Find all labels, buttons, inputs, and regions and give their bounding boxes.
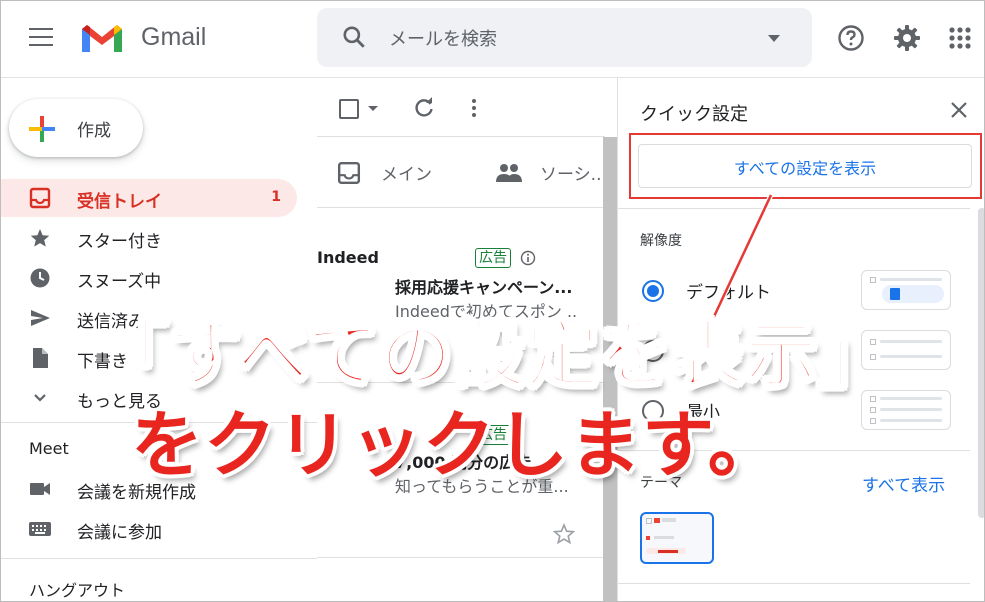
inbox-tab-icon — [337, 161, 361, 185]
sidebar-item-label: スター付き — [77, 232, 162, 252]
app-name: Gmail — [141, 23, 207, 51]
qs-divider — [618, 208, 970, 209]
see-all-settings-label: すべての設定を表示 — [733, 159, 877, 178]
top-bar: Gmail — [1, 1, 984, 78]
search-bar[interactable] — [317, 8, 812, 67]
star-icon — [30, 229, 50, 247]
theme-default-thumbnail[interactable] — [640, 512, 714, 564]
mail-divider — [317, 557, 603, 558]
keyboard-icon — [29, 522, 51, 536]
meet-section-title: Meet — [29, 439, 69, 458]
search-input[interactable] — [387, 25, 751, 53]
qs-divider — [618, 583, 970, 584]
hangouts-section-title: ハングアウト — [29, 581, 126, 600]
star-outline-icon[interactable] — [553, 523, 575, 545]
tab-label: ソーシ... — [540, 165, 603, 185]
compose-plus-icon — [29, 116, 55, 142]
theme-see-all-link[interactable]: すべて表示 — [862, 471, 945, 496]
gmail-logo — [82, 25, 122, 52]
send-icon — [31, 310, 50, 326]
tab-label: メイン — [381, 165, 432, 185]
draft-icon — [33, 348, 48, 368]
quick-settings-scrollbar[interactable] — [978, 208, 984, 518]
sidebar-item-starred[interactable]: スター付き — [1, 219, 297, 257]
ad-badge: 広告 — [475, 248, 511, 268]
compose-button[interactable]: 作成 — [9, 99, 143, 157]
search-icon[interactable] — [341, 24, 367, 50]
video-icon — [30, 483, 50, 495]
gmail-window: Gmail メールを検索 作成 受信トレイ 1 スター付き スヌーズ中 送信済み… — [0, 0, 985, 602]
sidebar-divider — [1, 558, 317, 559]
people-icon — [496, 164, 522, 182]
toolbar-divider — [317, 136, 605, 137]
search-options-icon[interactable] — [768, 35, 780, 42]
sidebar-item-join-meeting[interactable]: 会議に参加 — [1, 510, 297, 548]
info-icon[interactable] — [520, 250, 536, 266]
density-title: 解像度 — [640, 233, 682, 249]
quick-settings-title: クイック設定 — [640, 104, 748, 125]
help-icon[interactable] — [836, 23, 866, 53]
document-icon — [882, 285, 944, 303]
sidebar-item-inbox[interactable]: 受信トレイ 1 — [1, 179, 297, 217]
compose-label: 作成 — [77, 121, 111, 141]
unread-count: 1 — [271, 189, 281, 205]
refresh-icon[interactable] — [413, 97, 435, 119]
checkbox-icon[interactable] — [339, 99, 359, 119]
close-icon[interactable] — [949, 100, 969, 120]
settings-gear-icon[interactable] — [892, 23, 922, 53]
more-options-icon[interactable] — [463, 97, 485, 119]
main-menu-icon[interactable] — [29, 28, 53, 46]
mail-subject: 採用応援キャンペーン... — [395, 278, 573, 297]
chevron-down-icon[interactable] — [368, 106, 378, 111]
inbox-icon — [29, 187, 51, 209]
tab-social[interactable]: ソーシ... — [496, 151, 603, 195]
sidebar-item-label: スヌーズ中 — [77, 272, 162, 292]
sidebar-item-snoozed[interactable]: スヌーズ中 — [1, 259, 297, 297]
sidebar-item-label: 受信トレイ — [77, 192, 162, 212]
see-all-settings-button[interactable]: すべての設定を表示 — [638, 144, 972, 188]
select-checkbox[interactable] — [339, 97, 379, 119]
sidebar-item-label: 会議に参加 — [77, 523, 162, 543]
overlay-caption-line2: をクリックします。 — [131, 403, 781, 487]
chevron-down-icon — [34, 394, 46, 402]
tab-primary[interactable]: メイン — [337, 151, 477, 195]
apps-grid-icon[interactable] — [945, 23, 975, 53]
clock-icon — [30, 268, 50, 288]
mail-sender: Indeed — [317, 248, 379, 267]
